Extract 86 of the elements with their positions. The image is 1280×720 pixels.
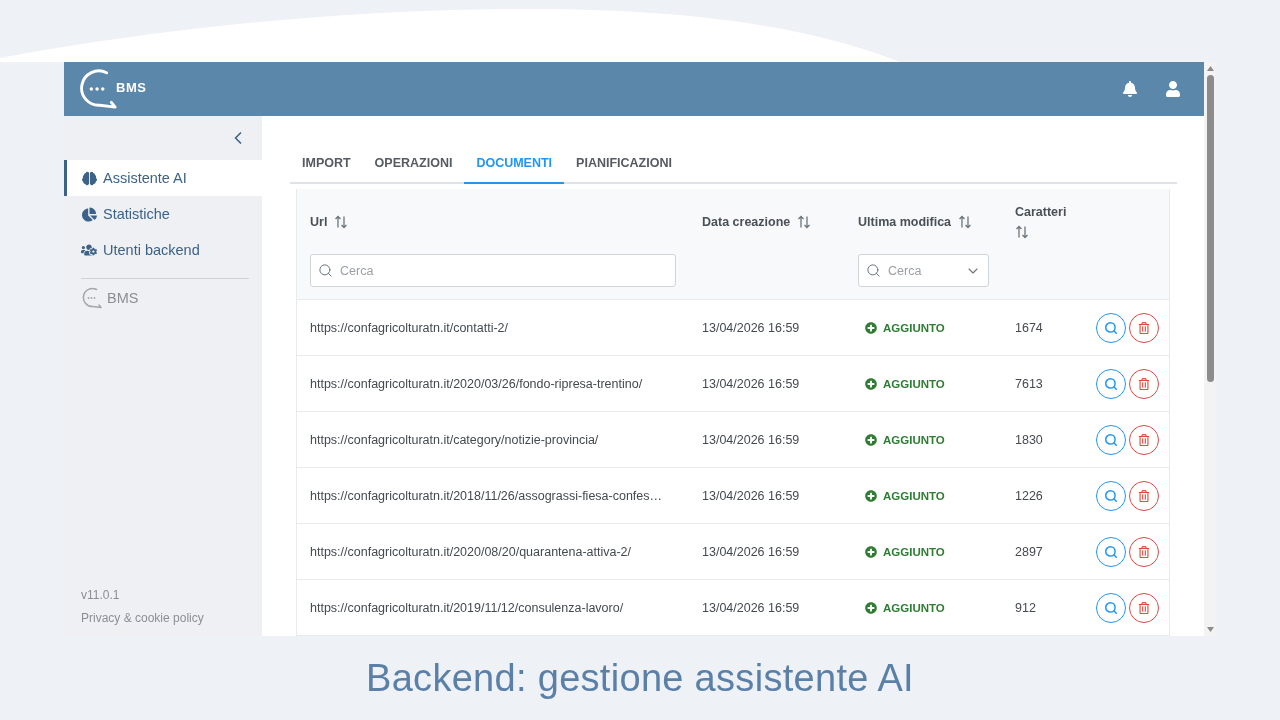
sort-icon[interactable] [797,215,812,229]
search-icon [1104,432,1118,447]
caption-title: Backend: gestione assistente AI [366,656,914,700]
search-icon [866,263,881,278]
url-cell-text: https://confagricolturatn.it/contatti-2/ [309,320,510,335]
search-icon [1104,488,1118,503]
filter-dropdown[interactable]: Cerca [858,254,989,287]
trash-icon [1138,433,1150,446]
url-cell-text: https://confagricolturatn.it/2020/03/26/fondo-ripresa-trentino/ [309,376,644,391]
brain-icon [81,170,97,186]
status-label: AGGIUNTO [883,377,945,390]
status-label: AGGIUNTO [883,489,945,502]
column-header: Caratteri [1015,205,1067,219]
delete-button[interactable] [1129,424,1159,455]
date-cell-text: 13/04/2026 16:59 [701,488,801,503]
delete-button[interactable] [1129,480,1159,511]
user-icon[interactable] [1165,81,1181,97]
characters-cell-text: 912 [1014,600,1037,615]
url-cell-text: https://confagricolturatn.it/2020/08/20/quarantena-attiva-2/ [309,544,633,559]
tab[interactable]: PIANIFICAZIONI [564,144,684,184]
view-button[interactable] [1096,368,1126,399]
date-cell-text: 13/04/2026 16:59 [701,544,801,559]
characters-cell-text: 2897 [1014,544,1044,559]
bell-icon[interactable] [1122,81,1138,97]
trash-icon [1138,545,1150,558]
view-button[interactable] [1096,536,1126,567]
search-field[interactable]: Cerca [310,254,676,287]
delete-button[interactable] [1129,312,1159,343]
tab[interactable]: DOCUMENTI [464,144,565,184]
search-icon [1104,320,1118,335]
pie-chart-icon [81,206,97,222]
sidebar-item-label: Utenti backend [103,242,200,258]
trash-icon [1138,321,1150,334]
status-label: AGGIUNTO [883,545,945,558]
view-button[interactable] [1096,592,1126,623]
characters-cell-text: 1674 [1014,320,1044,335]
users-gear-icon [81,242,97,258]
view-button[interactable] [1096,424,1126,455]
tab[interactable]: OPERAZIONI [362,144,465,184]
privacy-link[interactable]: Privacy & cookie policy [81,611,262,626]
app-link-label: BMS [107,290,139,306]
status-label: AGGIUNTO [883,321,945,334]
status-label: AGGIUNTO [883,433,945,446]
characters-cell-text: 7613 [1014,376,1044,391]
scroll-up-icon[interactable] [1206,66,1214,71]
logo-icon [81,287,103,309]
url-cell-text: https://confagricolturatn.it/category/notizie-provincia/ [309,432,600,447]
status-label: AGGIUNTO [883,601,945,614]
sidebar-item[interactable]: Assistente AI [64,160,262,196]
scroll-down-icon[interactable] [1206,627,1214,632]
sidebar-item-label: Assistente AI [103,170,187,186]
date-cell-text: 13/04/2026 16:59 [701,432,801,447]
tab[interactable]: IMPORT [290,144,363,184]
characters-cell-text: 1830 [1014,432,1044,447]
view-button[interactable] [1096,312,1126,343]
url-cell-text: https://confagricolturatn.it/2019/11/12/consulenza-lavoro/ [309,600,625,615]
delete-button[interactable] [1129,368,1159,399]
scrollbar-thumb[interactable] [1206,75,1214,382]
search-icon [1104,376,1118,391]
search-icon [1104,544,1118,559]
scrollbar-track[interactable] [1204,62,1216,636]
delete-button[interactable] [1129,592,1159,623]
version-text: v11.0.1 [81,588,121,603]
sort-icon[interactable] [958,215,973,229]
trash-icon [1138,601,1150,614]
sort-icon[interactable] [1015,225,1029,239]
date-cell-text: 13/04/2026 16:59 [701,600,801,615]
characters-cell-text: 1226 [1014,488,1044,503]
view-button[interactable] [1096,480,1126,511]
logo-text: BMS [116,79,147,95]
url-cell-text: https://confagricolturatn.it/2018/11/26/assograssi-fiesa-confes… [309,488,664,503]
date-cell-text: 13/04/2026 16:59 [701,376,801,391]
sidebar-item[interactable]: Statistiche [64,196,262,232]
column-header: Ultima modifica [858,215,952,229]
logo-icon [77,68,119,110]
search-icon [1104,600,1118,615]
trash-icon [1138,377,1150,390]
date-cell-text: 13/04/2026 16:59 [701,320,801,335]
column-header: Url [310,215,328,229]
column-header: Data creazione [702,215,791,229]
trash-icon [1138,489,1150,502]
sidebar-item[interactable]: Utenti backend [64,232,262,268]
search-icon [318,263,333,278]
sort-icon[interactable] [334,215,349,229]
delete-button[interactable] [1129,536,1159,567]
sidebar-item-label: Statistiche [103,206,170,222]
